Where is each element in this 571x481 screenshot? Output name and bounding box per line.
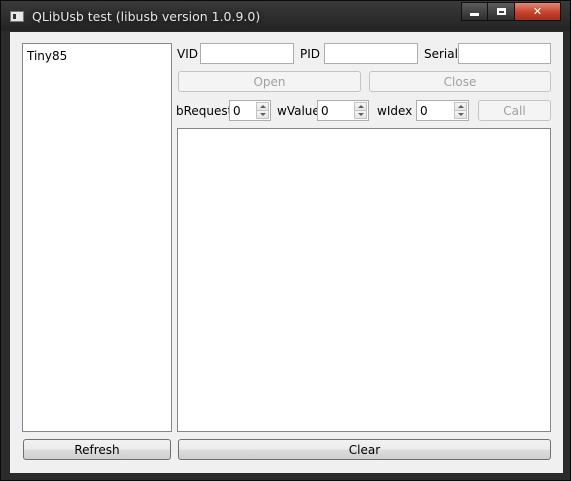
- windex-spinbox[interactable]: 0: [416, 100, 469, 121]
- wvalue-spinbox[interactable]: 0: [317, 100, 369, 121]
- wvalue-spin-arrows: [354, 102, 367, 119]
- wvalue-label: wValue: [277, 104, 320, 118]
- refresh-button[interactable]: Refresh: [23, 439, 171, 460]
- open-button[interactable]: Open: [178, 71, 361, 92]
- arrow-down-icon: [259, 113, 266, 116]
- vid-input[interactable]: [200, 43, 294, 64]
- maximize-icon: [496, 8, 506, 15]
- serial-input[interactable]: [458, 43, 551, 64]
- vid-label: VID: [177, 47, 198, 61]
- arrow-down-icon: [357, 113, 364, 116]
- brequest-label: bRequest: [176, 104, 233, 118]
- arrow-up-icon: [357, 105, 364, 108]
- client-area: Tiny85 VID PID Serial Open Close bReques…: [10, 32, 563, 473]
- serial-label: Serial: [424, 47, 458, 61]
- brequest-spin-down[interactable]: [256, 111, 269, 119]
- brequest-spinbox[interactable]: 0: [229, 100, 271, 121]
- arrow-up-icon: [457, 105, 464, 108]
- window-title: QLibUsb test (libusb version 1.0.9.0): [32, 9, 261, 24]
- windex-spin-down[interactable]: [454, 111, 467, 119]
- pid-input[interactable]: [324, 43, 418, 64]
- windex-label: wIdex: [377, 104, 413, 118]
- device-list-item[interactable]: Tiny85: [27, 49, 67, 63]
- call-button[interactable]: Call: [478, 100, 551, 121]
- arrow-down-icon: [457, 113, 464, 116]
- windex-value: 0: [420, 104, 428, 118]
- brequest-spin-up[interactable]: [256, 102, 269, 111]
- windex-spin-up[interactable]: [454, 102, 467, 111]
- title-bar[interactable]: QLibUsb test (libusb version 1.0.9.0) ✕: [1, 1, 570, 31]
- window-controls: ✕: [461, 2, 561, 21]
- maximize-button[interactable]: [488, 2, 515, 21]
- wvalue-spin-up[interactable]: [354, 102, 367, 111]
- brequest-value: 0: [233, 104, 241, 118]
- app-icon: [10, 11, 24, 22]
- arrow-up-icon: [259, 105, 266, 108]
- wvalue-spin-down[interactable]: [354, 111, 367, 119]
- output-textarea[interactable]: [177, 128, 551, 432]
- device-list[interactable]: Tiny85: [22, 43, 172, 432]
- close-icon: ✕: [532, 5, 543, 18]
- close-window-button[interactable]: ✕: [515, 2, 561, 21]
- wvalue-value: 0: [321, 104, 329, 118]
- minimize-icon: [470, 13, 479, 16]
- close-button[interactable]: Close: [369, 71, 551, 92]
- main-window: QLibUsb test (libusb version 1.0.9.0) ✕ …: [0, 0, 571, 481]
- minimize-button[interactable]: [461, 2, 488, 21]
- pid-label: PID: [300, 47, 321, 61]
- clear-button[interactable]: Clear: [178, 439, 551, 460]
- windex-spin-arrows: [454, 102, 467, 119]
- brequest-spin-arrows: [256, 102, 269, 119]
